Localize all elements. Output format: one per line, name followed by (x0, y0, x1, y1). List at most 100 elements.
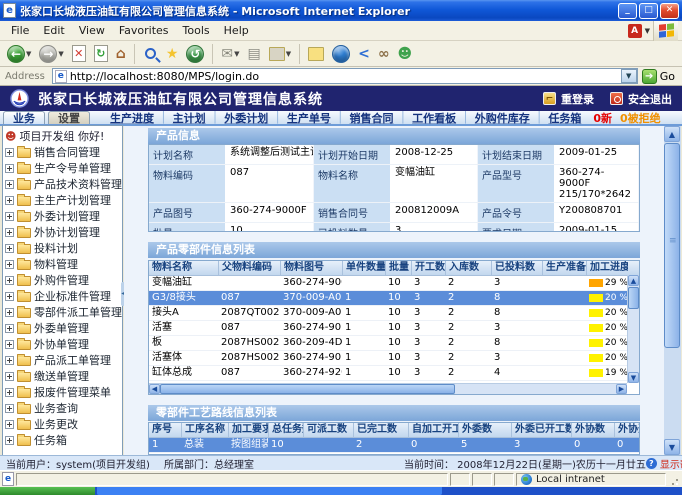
expand-icon[interactable] (5, 324, 14, 333)
nav-link-3[interactable]: 生产单号 (287, 111, 331, 124)
tree-node-4[interactable]: 外委计划管理 (3, 208, 122, 224)
parts-table-vscrollbar[interactable]: ▲ ▼ (627, 275, 639, 383)
print-button[interactable]: ▤ (245, 42, 264, 65)
pdf-dropdown-icon[interactable]: ▼ (645, 27, 650, 35)
col-header-2[interactable]: 物料图号 (280, 261, 342, 275)
nav-link-6[interactable]: 外购件库存 (475, 111, 530, 124)
col-header-7[interactable]: 已投料数 (491, 261, 542, 275)
expand-icon[interactable] (5, 260, 14, 269)
scroll-right-icon[interactable]: ▶ (616, 384, 627, 394)
menu-item-favorites[interactable]: Favorites (112, 22, 176, 39)
expand-icon[interactable] (5, 244, 14, 253)
menu-item-view[interactable]: View (72, 22, 112, 39)
nav-link-4[interactable]: 销售合同 (350, 111, 394, 124)
minimize-button[interactable]: _ (618, 3, 637, 19)
expand-icon[interactable] (5, 292, 14, 301)
col-header-0[interactable]: 物料名称 (149, 261, 218, 275)
col-header-4[interactable]: 批量 (385, 261, 411, 275)
resize-grip[interactable] (668, 472, 680, 487)
scroll-down-icon[interactable]: ▼ (628, 372, 639, 383)
col-header-5[interactable]: 已完工数 (353, 423, 408, 437)
scroll-thumb[interactable] (160, 384, 455, 394)
parts-row-4[interactable]: 板2087HS002360-209-4D01011032820 % (149, 336, 639, 351)
route-row-0[interactable]: 1总装按图组装10205300 (149, 438, 639, 453)
globe-button[interactable] (329, 42, 353, 65)
menu-item-tools[interactable]: Tools (176, 22, 217, 39)
history-button[interactable]: ↺ (183, 42, 207, 65)
tree-node-1[interactable]: 生产令号单管理 (3, 160, 122, 176)
back-button[interactable]: ←▼ (4, 42, 34, 65)
favorites-button[interactable]: ★ (163, 42, 182, 65)
logout-button[interactable]: 安全退出 (610, 91, 672, 107)
col-header-5[interactable]: 开工数 (411, 261, 445, 275)
expand-icon[interactable] (5, 196, 14, 205)
expand-icon[interactable] (5, 276, 14, 285)
nav-link-5[interactable]: 工作看板 (412, 111, 456, 124)
tab-business[interactable]: 业务 (3, 111, 45, 124)
tree-node-18[interactable]: 任务箱 (3, 432, 122, 448)
expand-icon[interactable] (5, 180, 14, 189)
col-header-8[interactable]: 生产准备 (542, 261, 586, 275)
stop-button[interactable]: ✕ (69, 42, 89, 65)
expand-icon[interactable] (5, 436, 14, 445)
tree-node-14[interactable]: 缴送单管理 (3, 368, 122, 384)
col-header-9[interactable]: 加工进度 (586, 261, 628, 275)
expand-icon[interactable] (5, 308, 14, 317)
adobe-pdf-icon[interactable]: A (628, 24, 642, 38)
tree-node-11[interactable]: 外委单管理 (3, 320, 122, 336)
scroll-up-icon[interactable]: ▲ (628, 275, 639, 286)
tree-node-7[interactable]: 物料管理 (3, 256, 122, 272)
expand-icon[interactable] (5, 388, 14, 397)
menu-item-file[interactable]: File (4, 22, 36, 39)
main-vscrollbar[interactable]: ▲ ▼ (664, 126, 681, 455)
expand-icon[interactable] (5, 228, 14, 237)
find-button[interactable]: ∞ (375, 42, 393, 65)
edit-button[interactable]: ▼ (266, 42, 294, 65)
expand-icon[interactable] (5, 404, 14, 413)
scroll-up-icon[interactable]: ▲ (664, 126, 680, 142)
col-header-4[interactable]: 可派工数 (303, 423, 353, 437)
parts-row-3[interactable]: 活塞087360-274-9010F11032320 % (149, 321, 639, 336)
dropdown-caret-icon[interactable]: ▼ (26, 50, 31, 58)
col-header-3[interactable]: 单件数量 (342, 261, 385, 275)
expand-icon[interactable] (5, 148, 14, 157)
col-header-0[interactable]: 序号 (149, 423, 181, 437)
tree-node-5[interactable]: 外协计划管理 (3, 224, 122, 240)
parts-row-2[interactable]: 接头A2087QT002370-009-A085011032820 % (149, 306, 639, 321)
parts-table-hscrollbar[interactable]: ◀ ▶ (149, 383, 627, 394)
scroll-thumb[interactable] (664, 143, 680, 348)
dropdown-caret-icon[interactable]: ▼ (234, 50, 239, 58)
tree-node-8[interactable]: 外购件管理 (3, 272, 122, 288)
start-button-edge[interactable] (0, 487, 95, 495)
tree-node-12[interactable]: 外协单管理 (3, 336, 122, 352)
col-header-9[interactable]: 外协数 (571, 423, 614, 437)
col-header-6[interactable]: 入库数 (445, 261, 491, 275)
expand-icon[interactable] (5, 164, 14, 173)
parts-row-0[interactable]: 变幅油缸360-274-9000F1032329 % (149, 276, 639, 291)
address-input[interactable]: e http://localhost:8080/MPS/login.do ▼ (52, 68, 638, 84)
maximize-button[interactable]: □ (639, 3, 658, 19)
home-button[interactable]: ⌂ (113, 42, 129, 65)
col-header-3[interactable]: 总任务数 (268, 423, 303, 437)
scroll-left-icon[interactable]: ◀ (149, 384, 160, 394)
nav-link-7[interactable]: 任务箱 (548, 111, 581, 124)
scroll-down-icon[interactable]: ▼ (664, 439, 680, 455)
mail-button[interactable]: ✉▼ (218, 42, 242, 65)
msn-button[interactable]: < (355, 42, 373, 65)
tree-node-9[interactable]: 企业标准件管理 (3, 288, 122, 304)
search-button[interactable] (140, 42, 161, 65)
col-header-1[interactable]: 工序名称 (181, 423, 228, 437)
menu-item-help[interactable]: Help (217, 22, 256, 39)
tree-node-6[interactable]: 投料计划 (3, 240, 122, 256)
close-button[interactable]: ✕ (660, 3, 679, 19)
tree-node-16[interactable]: 业务查询 (3, 400, 122, 416)
tree-node-13[interactable]: 产品派工单管理 (3, 352, 122, 368)
expand-icon[interactable] (5, 356, 14, 365)
show-help-link[interactable]: ? 显示帮助 (646, 456, 682, 471)
tree-node-3[interactable]: 主生产计划管理 (3, 192, 122, 208)
col-header-10[interactable]: 外协开工数 (614, 423, 640, 437)
refresh-button[interactable]: ↻ (91, 42, 111, 65)
address-dropdown-icon[interactable]: ▼ (621, 69, 637, 83)
tab-settings[interactable]: 设置 (48, 111, 90, 124)
tree-node-0[interactable]: 销售合同管理 (3, 144, 122, 160)
